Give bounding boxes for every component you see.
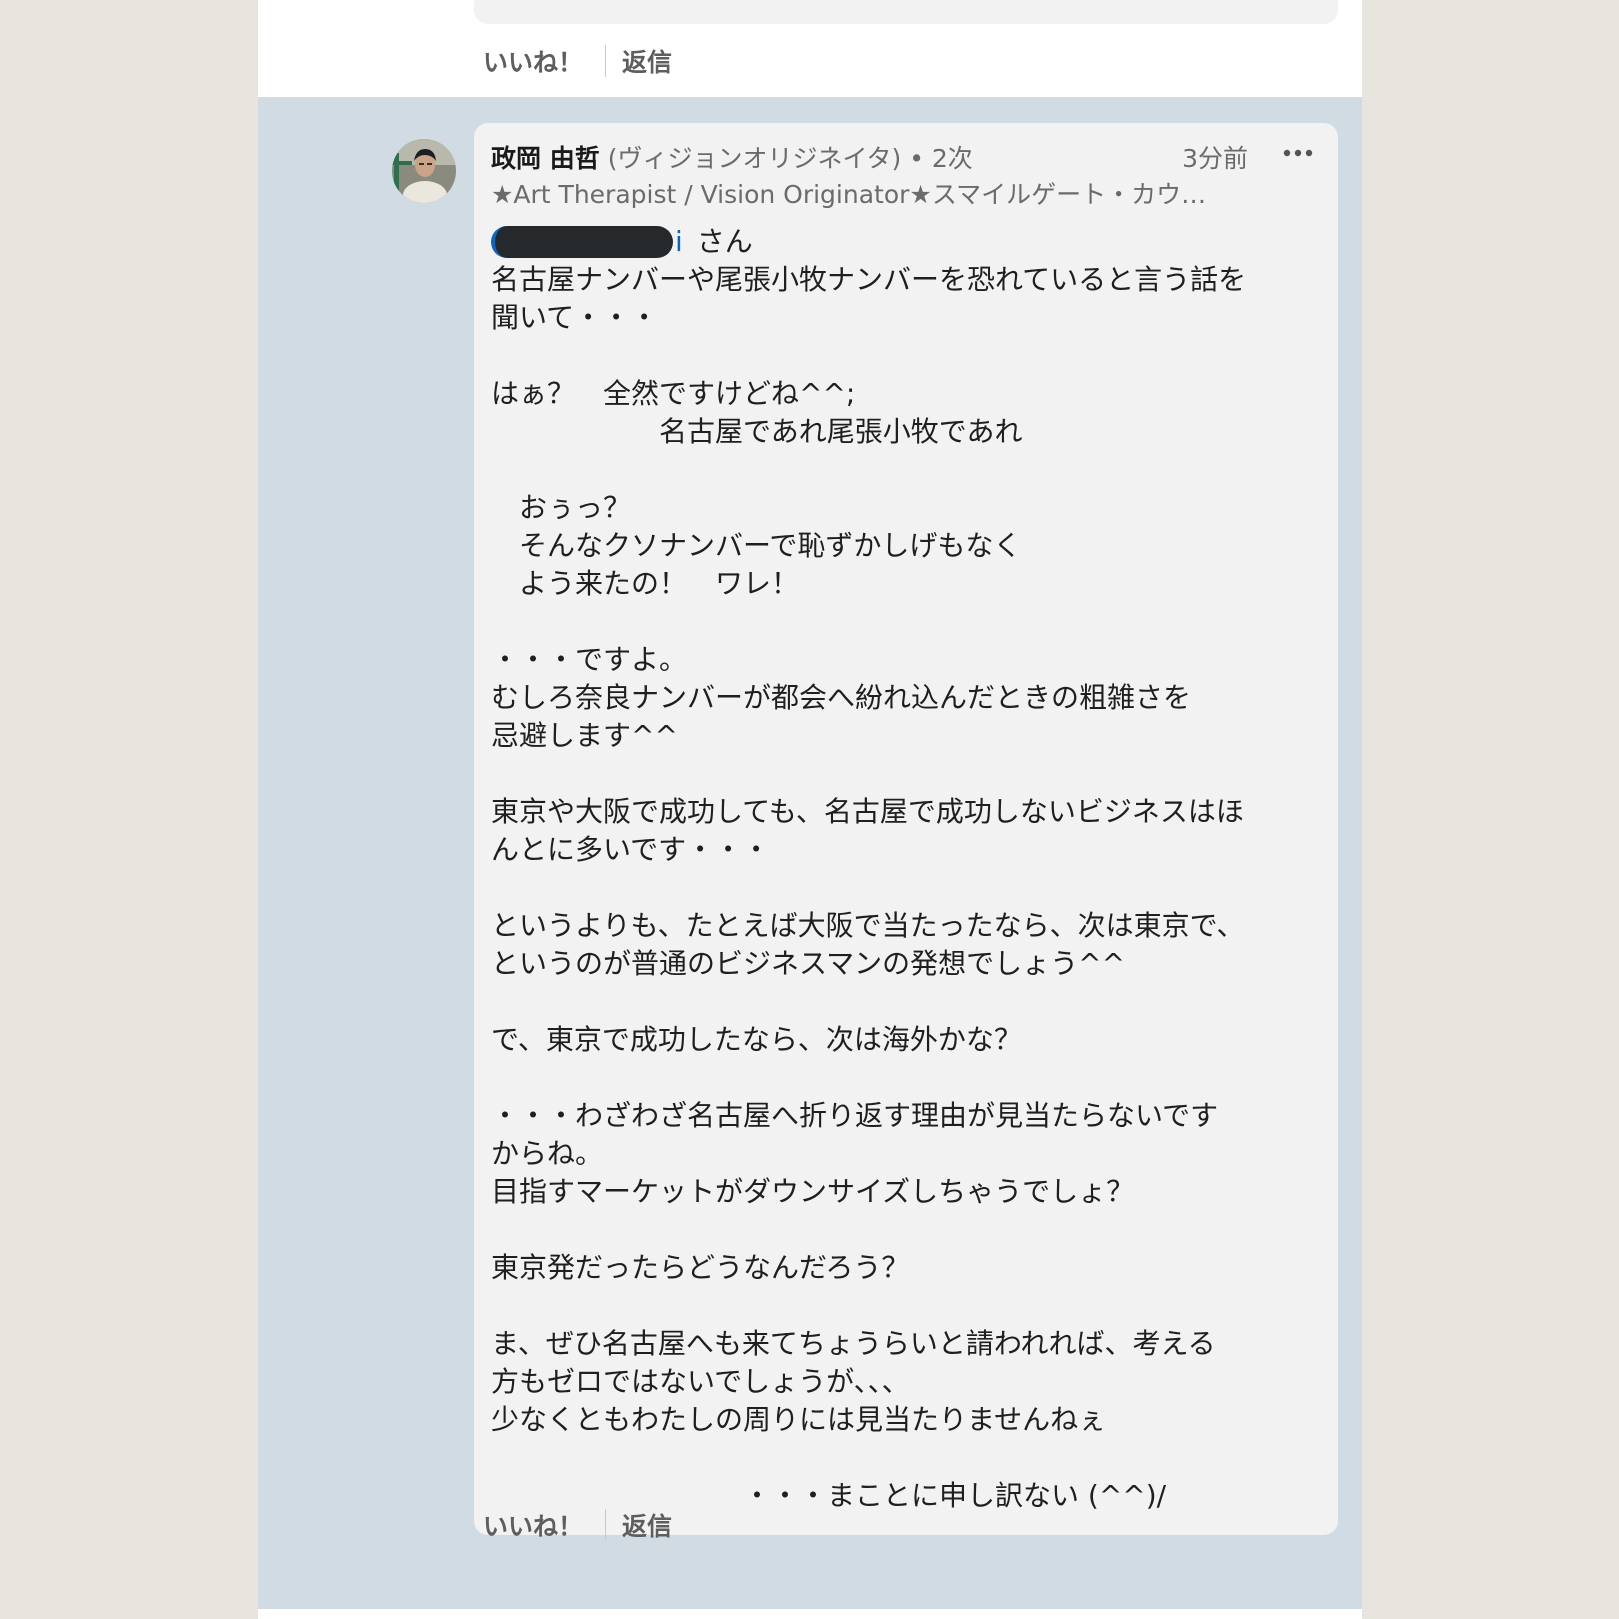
- comment-line: [491, 1439, 1321, 1477]
- comment-line: 方もゼロではないでしょうが、、、: [491, 1365, 910, 1398]
- comment-text: i さん 名古屋ナンバーや尾張小牧ナンバーを恐れていると言う話を 聞いて・・・はぁ？…: [491, 223, 1321, 1515]
- comment-line: [491, 869, 1321, 907]
- mention-link[interactable]: i: [675, 223, 683, 261]
- comment-actions: いいね！ 返信: [483, 1505, 672, 1545]
- comment-line: 名古屋ナンバーや尾張小牧ナンバーを恐れていると言う話を: [491, 263, 1247, 296]
- comment-line: んとに多いです・・・: [491, 833, 771, 866]
- comment-line: 忌避します^^: [491, 719, 678, 752]
- avatar[interactable]: [392, 139, 456, 203]
- comments-column: いいね！ 返信 政岡 由哲 (ヴィジョンオリジネイタ) • 2次 3分前 ★Ar…: [258, 0, 1362, 1619]
- author-headline: ★Art Therapist / Vision Originator★スマイルゲ…: [491, 180, 1207, 209]
- comment-line: [491, 755, 1321, 793]
- comment-line: 聞いて・・・: [491, 301, 659, 334]
- comment-line: で、東京で成功したなら、次は海外かな？: [491, 1023, 1022, 1056]
- comment-line: というのが普通のビジネスマンの発想でしょう^^: [491, 947, 1126, 980]
- comment-line: 東京や大阪で成功しても、名古屋で成功しないビジネスはほ: [491, 795, 1244, 828]
- comment-line: よう来たの！ ワレ！: [491, 567, 800, 600]
- mention-suffix: さん: [696, 225, 753, 258]
- comment-line: [491, 1059, 1321, 1097]
- comment-line: 東京発だったらどうなんだろう？: [491, 1251, 910, 1284]
- action-divider: [605, 1509, 607, 1541]
- comment-line: [491, 1211, 1321, 1249]
- comment-line: おぅっ？: [491, 491, 632, 524]
- previous-comment-bubble: [474, 0, 1338, 24]
- highlighted-comment: 政岡 由哲 (ヴィジョンオリジネイタ) • 2次 3分前 ★Art Therapi…: [258, 97, 1362, 1609]
- comment-line: そんなクソナンバーで恥ずかしげもなく: [491, 529, 1022, 562]
- comment-line: 少なくともわたしの周りには見当たりませんねぇ: [491, 1403, 1107, 1436]
- comment-line: [491, 451, 1321, 489]
- comment-line: ・・・ですよ。: [491, 643, 688, 676]
- reply-button[interactable]: 返信: [622, 43, 672, 79]
- comment-line: むしろ奈良ナンバーが都会へ紛れ込んだときの粗雑さを: [491, 681, 1192, 714]
- comment-line: はぁ？ 全然ですけどね^^;: [491, 377, 856, 410]
- comment-line: [491, 983, 1321, 1021]
- timestamp: 3分前: [1182, 144, 1248, 173]
- comment-line: というよりも、たとえば大阪で当たったなら、次は東京で、: [491, 909, 1245, 942]
- comment-line: [491, 1287, 1321, 1325]
- comment-line: [491, 337, 1321, 375]
- comment-line: からね。: [491, 1137, 604, 1170]
- comment-header: 政岡 由哲 (ヴィジョンオリジネイタ) • 2次 3分前: [491, 139, 1318, 175]
- previous-comment: いいね！ 返信: [258, 0, 1362, 97]
- comment-line: ・・・わざわざ名古屋へ折り返す理由が見当たらないです: [491, 1099, 1219, 1132]
- comment-line: [491, 603, 1321, 641]
- previous-comment-actions: いいね！ 返信: [483, 41, 672, 81]
- reply-button[interactable]: 返信: [622, 1507, 672, 1543]
- author-pronunciation: (ヴィジョンオリジネイタ): [607, 144, 902, 173]
- more-options-icon[interactable]: [1278, 135, 1318, 171]
- comment-line: ま、ぜひ名古屋へも来てちょうらいと請われれば、考える: [491, 1327, 1216, 1360]
- comment-line: 名古屋であれ尾張小牧であれ: [491, 415, 1023, 448]
- action-divider: [605, 45, 607, 77]
- connection-degree: • 2次: [909, 144, 973, 173]
- redacted-mention[interactable]: [491, 226, 673, 258]
- like-button[interactable]: いいね！: [483, 1507, 583, 1543]
- comment-line: 目指すマーケットがダウンサイズしちゃうでしょ？: [491, 1175, 1135, 1208]
- comment-bubble: 政岡 由哲 (ヴィジョンオリジネイタ) • 2次 3分前 ★Art Therapi…: [474, 123, 1338, 1535]
- like-button[interactable]: いいね！: [483, 43, 583, 79]
- mention-line: i さん: [491, 223, 1321, 261]
- author-name[interactable]: 政岡 由哲: [491, 144, 600, 173]
